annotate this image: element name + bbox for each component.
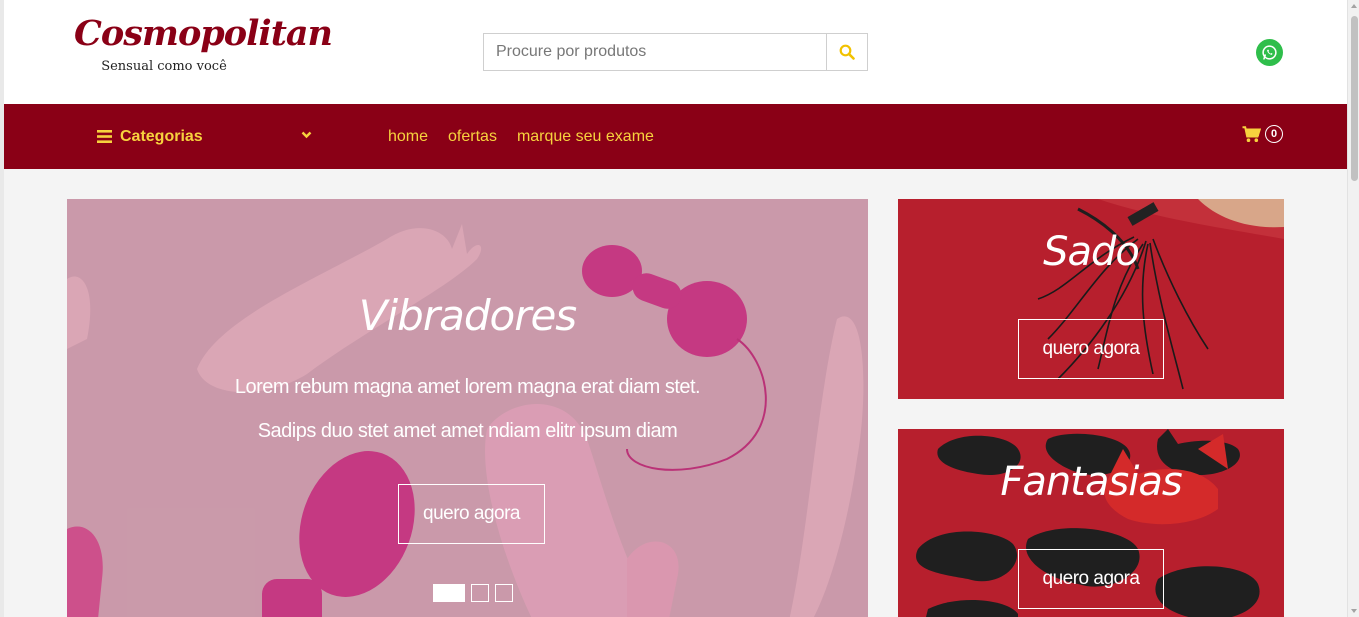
cart-count-badge: 0 bbox=[1265, 125, 1283, 143]
page: Cosmopolitan Sensual como você Procure p… bbox=[4, 0, 1347, 617]
scroll-down-arrow-icon[interactable] bbox=[1351, 609, 1357, 613]
carousel-dot-2[interactable] bbox=[471, 584, 489, 602]
vertical-scrollbar[interactable] bbox=[1347, 0, 1359, 617]
banner-fantasias-title: Fantasias bbox=[1000, 459, 1182, 505]
carousel-dot-3[interactable] bbox=[495, 584, 513, 602]
banner-fantasias: Fantasias quero agora bbox=[898, 429, 1284, 617]
banner-sado-title: Sado bbox=[1043, 229, 1140, 275]
search-button[interactable] bbox=[826, 34, 867, 70]
search-bar bbox=[483, 33, 868, 71]
site-header: Cosmopolitan Sensual como você bbox=[4, 0, 1347, 104]
search-icon bbox=[839, 44, 855, 60]
banner-fantasias-button[interactable]: quero agora bbox=[1018, 549, 1164, 609]
logo-title: Cosmopolitan bbox=[74, 13, 333, 54]
whatsapp-icon bbox=[1262, 45, 1277, 60]
main-nav: Categorias home ofertas marque seu exame… bbox=[4, 104, 1347, 169]
logo-tagline: Sensual como você bbox=[101, 59, 227, 74]
hero-text-line-1: Lorem rebum magna amet lorem magna erat … bbox=[234, 376, 701, 398]
whatsapp-button[interactable] bbox=[1256, 39, 1283, 66]
chevron-down-icon bbox=[301, 131, 312, 139]
hero-cta-button[interactable]: quero agora bbox=[398, 484, 545, 544]
cart-icon bbox=[1242, 125, 1261, 142]
menu-icon bbox=[97, 130, 112, 143]
hero-title: Vibradores bbox=[358, 291, 577, 340]
nav-link-exame[interactable]: marque seu exame bbox=[517, 128, 654, 146]
search-input[interactable] bbox=[484, 34, 826, 70]
banner-sado: Sado quero agora bbox=[898, 199, 1284, 399]
hero-overlay bbox=[67, 199, 868, 617]
logo[interactable]: Cosmopolitan Sensual como você bbox=[74, 12, 333, 74]
categories-label: Categorias bbox=[120, 127, 203, 145]
nav-link-home[interactable]: home bbox=[388, 128, 428, 146]
banner-sado-button[interactable]: quero agora bbox=[1018, 319, 1164, 379]
nav-link-ofertas[interactable]: ofertas bbox=[448, 128, 497, 146]
scrollbar-thumb[interactable] bbox=[1351, 16, 1358, 181]
scroll-up-arrow-icon[interactable] bbox=[1351, 4, 1357, 8]
cart-button[interactable]: 0 bbox=[1242, 125, 1283, 143]
carousel-dot-1[interactable] bbox=[433, 584, 465, 602]
carousel-indicators bbox=[433, 584, 513, 602]
hero-text-line-2: Sadips duo stet amet amet ndiam elitr ip… bbox=[257, 420, 678, 442]
categories-dropdown[interactable]: Categorias bbox=[97, 104, 312, 169]
nav-links: home ofertas marque seu exame bbox=[388, 104, 674, 169]
hero-carousel: Vibradores Lorem rebum magna amet lorem … bbox=[67, 199, 868, 617]
